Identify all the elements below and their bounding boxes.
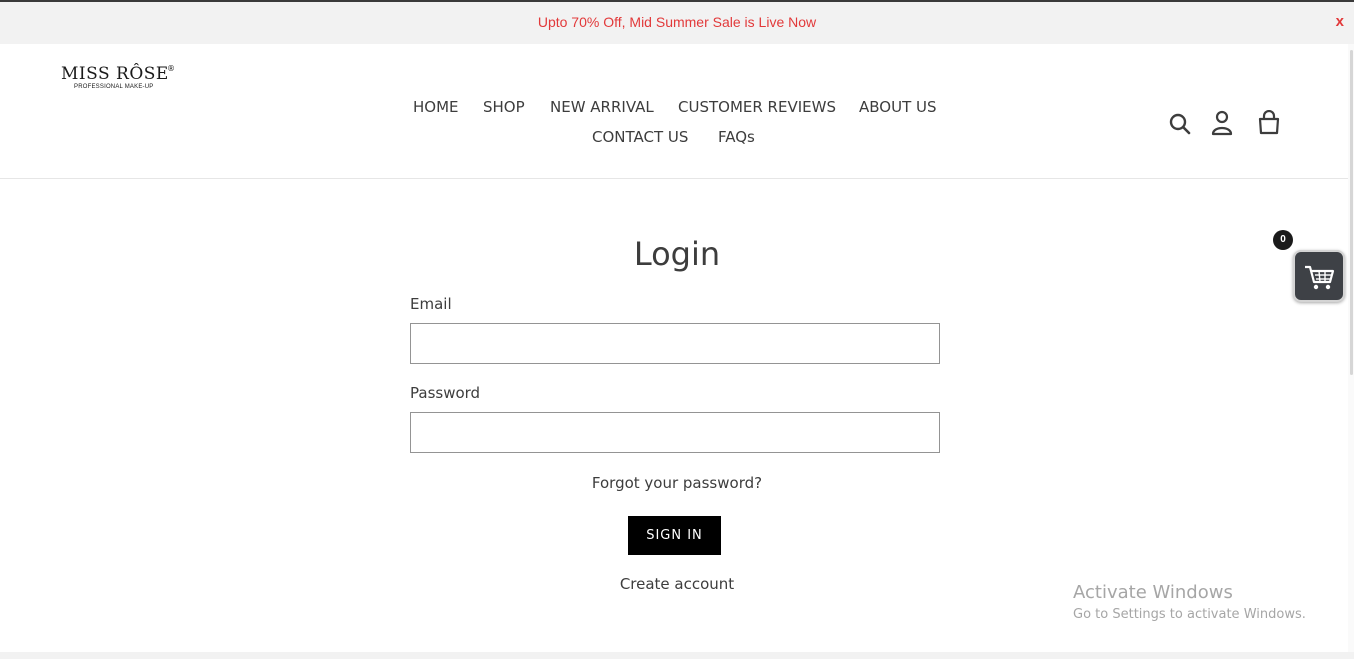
windows-watermark-title: Activate Windows — [1073, 582, 1233, 603]
nav-item-home[interactable]: HOME — [413, 98, 459, 116]
search-icon[interactable] — [1168, 112, 1192, 136]
nav-item-new-arrival[interactable]: NEW ARRIVAL — [550, 98, 654, 116]
account-icon[interactable] — [1211, 110, 1233, 136]
nav-item-contact-us[interactable]: CONTACT US — [592, 128, 688, 146]
announcement-text[interactable]: Upto 70% Off, Mid Summer Sale is Live No… — [0, 14, 1354, 30]
site-header — [0, 44, 1354, 179]
nav-item-about-us[interactable]: ABOUT US — [859, 98, 937, 116]
cart-icon[interactable] — [1257, 109, 1281, 136]
logo[interactable]: MISS RÔSE ® PROFESSIONAL MAKE-UP — [61, 64, 181, 94]
shopping-cart-icon — [1305, 265, 1335, 290]
nav-item-customer-reviews[interactable]: CUSTOMER REVIEWS — [678, 98, 836, 116]
floating-cart-button[interactable] — [1293, 250, 1345, 302]
password-label: Password — [410, 384, 481, 402]
forgot-password-container: Forgot your password? — [0, 474, 1354, 492]
logo-wordmark: MISS RÔSE — [61, 64, 169, 84]
nav-item-shop[interactable]: SHOP — [483, 98, 525, 116]
logo-registered-mark: ® — [167, 64, 175, 73]
scrollbar-thumb[interactable] — [1350, 50, 1353, 375]
windows-watermark-subtitle: Go to Settings to activate Windows. — [1073, 607, 1306, 622]
create-account-link[interactable]: Create account — [620, 575, 734, 593]
nav-item-faqs[interactable]: FAQs — [718, 128, 755, 146]
email-field[interactable] — [410, 323, 940, 364]
cart-count-badge: 0 — [1273, 230, 1293, 250]
bottom-bar — [0, 652, 1354, 659]
email-label: Email — [410, 295, 452, 313]
forgot-password-link[interactable]: Forgot your password? — [592, 474, 762, 492]
sign-in-button[interactable]: SIGN IN — [628, 516, 721, 555]
page-title: Login — [633, 235, 721, 273]
announcement-bar: Upto 70% Off, Mid Summer Sale is Live No… — [0, 2, 1354, 44]
logo-tagline: PROFESSIONAL MAKE-UP — [74, 84, 154, 90]
password-field[interactable] — [410, 412, 940, 453]
announcement-close-button[interactable]: x — [1336, 13, 1344, 30]
